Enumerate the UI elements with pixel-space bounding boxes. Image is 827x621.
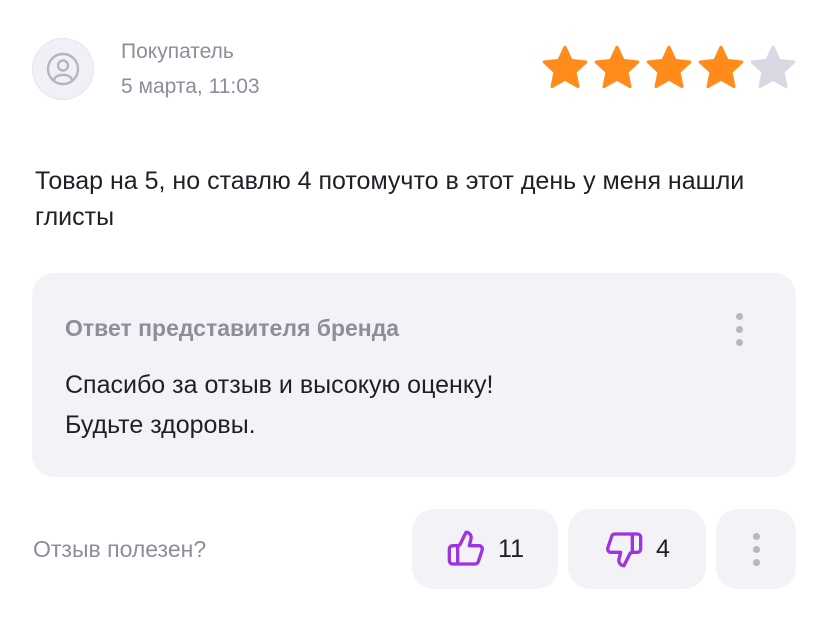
dislike-count: 4: [656, 534, 670, 563]
star-filled-icon: [698, 45, 744, 89]
star-filled-icon: [594, 45, 640, 89]
reply-title: Ответ представителя бренда: [65, 315, 400, 341]
more-dots-icon: [752, 532, 760, 540]
helpful-label: Отзыв полезен?: [33, 536, 207, 562]
avatar: [32, 38, 94, 100]
reply-text: Спасибо за отзыв и высокую оценку! Будьт…: [65, 365, 705, 445]
rating-stars: [540, 44, 798, 92]
author-name: Покупатель: [121, 40, 234, 63]
more-dot: [752, 558, 760, 566]
more-dot: [735, 325, 743, 333]
dislike-button[interactable]: 4: [568, 509, 706, 589]
star-empty-icon: [750, 45, 796, 89]
like-count: 11: [498, 534, 524, 563]
review-date: 5 марта, 11:03: [121, 75, 260, 98]
more-dot: [735, 338, 743, 346]
user-icon: [46, 52, 80, 86]
like-button[interactable]: 11: [412, 509, 558, 589]
thumbs-down-icon: [606, 532, 643, 568]
thumbs-up-icon: [447, 530, 484, 566]
brand-reply: Ответ представителя бренда Спасибо за от…: [32, 273, 796, 477]
reply-more-button[interactable]: [726, 307, 752, 351]
reply-line: Спасибо за отзыв и высокую оценку!: [65, 371, 494, 399]
review-text: Товар на 5, но ставлю 4 потомучто в этот…: [35, 167, 745, 231]
star-filled-icon: [542, 45, 588, 89]
more-dots-icon: [735, 312, 743, 320]
more-dot: [752, 545, 760, 553]
review-card: Покупатель 5 марта, 11:03 Товар на 5, но…: [0, 0, 827, 621]
more-options-button[interactable]: [716, 509, 796, 589]
reply-line: Будьте здоровы.: [65, 411, 256, 439]
star-filled-icon: [646, 45, 692, 89]
